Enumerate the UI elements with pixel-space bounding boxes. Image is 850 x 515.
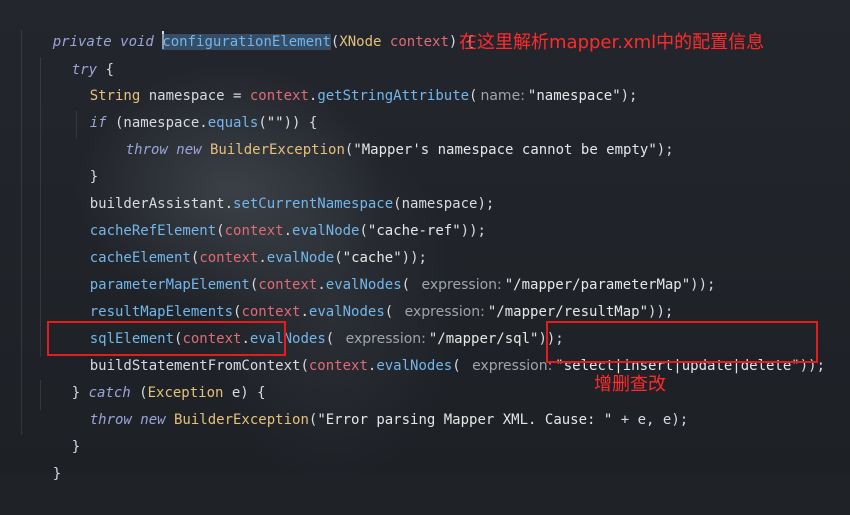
code-line[interactable]: private void configurationElement(XNode … — [19, 2, 474, 50]
highlight-box-expression — [546, 321, 818, 363]
param-name: context — [381, 34, 449, 50]
code-editor[interactable]: private void configurationElement(XNode … — [0, 0, 850, 482]
highlight-box-method — [47, 321, 286, 356]
code-line[interactable]: if (namespace.equals("")) { — [56, 83, 318, 131]
keyword: throw new — [125, 142, 202, 158]
annotation-crud-note: 增删查改 — [594, 374, 666, 395]
code-line[interactable]: parameterMapElement(context.evalNodes( e… — [56, 245, 716, 293]
keyword: throw new — [89, 412, 166, 428]
code-line[interactable]: try { — [38, 30, 114, 78]
indent-guide — [21, 30, 22, 435]
annotation-parse-note: 在这里解析mapper.xml中的配置信息 — [459, 32, 765, 53]
code-line[interactable]: resultMapElements(context.evalNodes( exp… — [56, 272, 674, 320]
code-line[interactable]: builderAssistant.setCurrentNamespace(nam… — [56, 164, 495, 212]
code-line[interactable]: } catch (Exception e) { — [38, 353, 266, 401]
code-line[interactable]: } — [56, 137, 98, 185]
code-line[interactable]: cacheRefElement(context.evalNode("cache-… — [56, 191, 486, 239]
code-line[interactable]: throw new BuilderException("Mapper's nam… — [92, 110, 674, 158]
method-name[interactable]: configurationElement — [162, 34, 331, 50]
parameter-hint: expression: — [472, 358, 553, 374]
code-line[interactable]: } — [38, 407, 80, 455]
code-line[interactable]: String namespace = context.getStringAttr… — [56, 56, 638, 104]
code-line[interactable]: cacheElement(context.evalNode("cache")); — [56, 218, 427, 266]
code-line[interactable]: } — [19, 434, 61, 482]
type-name: XNode — [339, 34, 382, 50]
parameter-hint: name: — [480, 88, 525, 104]
